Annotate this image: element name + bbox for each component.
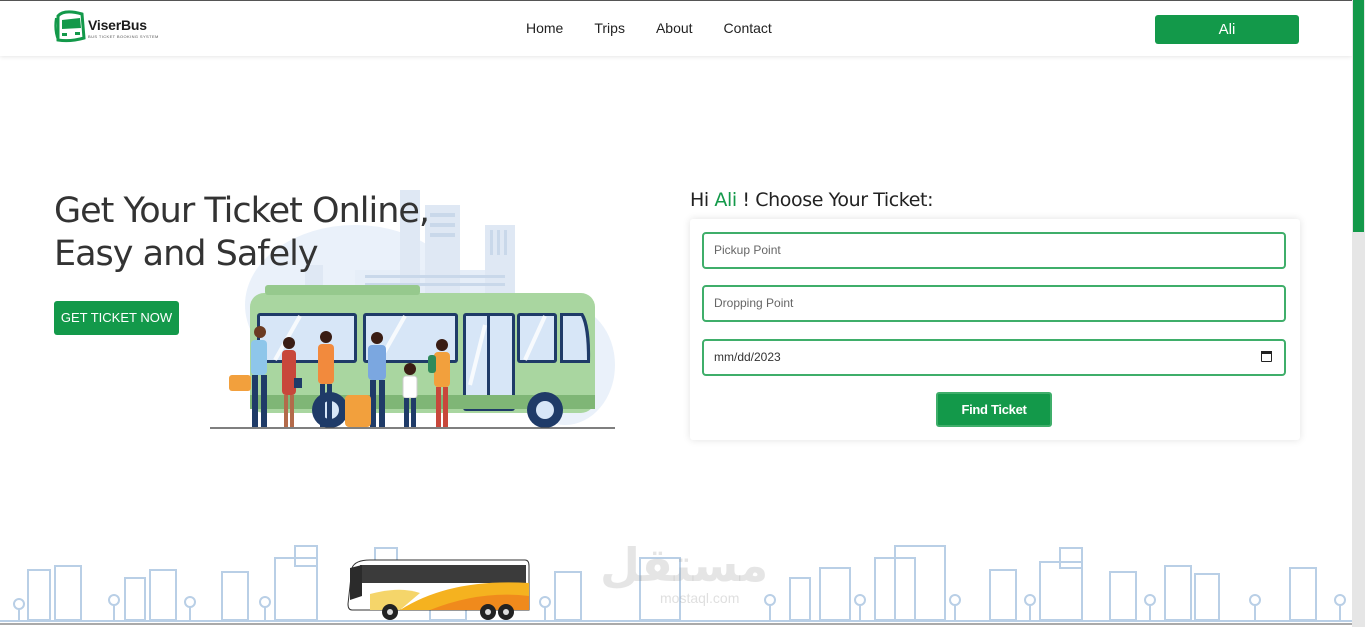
nav-home[interactable]: Home (526, 20, 563, 36)
hero-title: Get Your Ticket Online, Easy and Safely (54, 190, 430, 276)
dropping-point-select[interactable]: Dropping Point (702, 285, 1286, 322)
booking-greeting: Hi Ali ! Choose Your Ticket: (690, 189, 934, 211)
watermark-logo: مستقل (600, 538, 769, 592)
main-nav: Home Trips About Contact (526, 20, 803, 36)
booking-form-card: Pickup Point Dropping Point mm/dd/2023 F… (690, 219, 1300, 440)
date-value: mm/dd/2023 (714, 350, 781, 364)
nav-trips[interactable]: Trips (594, 20, 625, 36)
get-ticket-button[interactable]: GET TICKET NOW (54, 301, 179, 335)
pickup-point-select[interactable]: Pickup Point (702, 232, 1286, 269)
user-menu-button[interactable]: Ali (1155, 15, 1299, 44)
coach-bus-icon (347, 559, 530, 620)
greeting-user-name: Ali (714, 189, 737, 211)
watermark-url: mostaql.com (660, 590, 740, 606)
bus-logo-icon (54, 10, 86, 46)
scrollbar-thumb[interactable] (1353, 0, 1364, 232)
journey-date-input[interactable]: mm/dd/2023 (702, 339, 1286, 376)
nav-contact[interactable]: Contact (724, 20, 772, 36)
site-header: ViserBus BUS TICKET BOOKING SYSTEM Home … (0, 0, 1352, 56)
brand-logo[interactable]: ViserBus BUS TICKET BOOKING SYSTEM (54, 9, 159, 47)
brand-name: ViserBus (88, 17, 147, 33)
page-scrollbar[interactable] (1352, 0, 1365, 627)
hero-title-line2: Easy and Safely (54, 234, 319, 274)
nav-about[interactable]: About (656, 20, 693, 36)
hero-title-line1: Get Your Ticket Online, (54, 191, 430, 231)
find-ticket-button[interactable]: Find Ticket (936, 392, 1052, 427)
calendar-icon[interactable] (1261, 351, 1272, 362)
brand-tagline: BUS TICKET BOOKING SYSTEM (88, 34, 159, 39)
